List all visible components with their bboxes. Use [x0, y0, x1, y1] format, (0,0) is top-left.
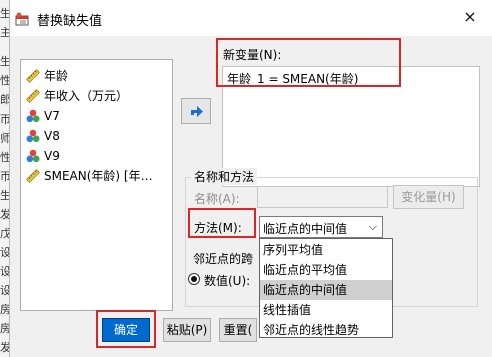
bg-cell: 戊 [0, 227, 9, 240]
variable-label: V8 [44, 129, 60, 143]
chevron-down-icon: ⌵ [368, 220, 377, 233]
method-dropdown-list[interactable]: 序列平均值 临近点的平均值 临近点的中间值 线性插值 邻近点的线性趋势 [259, 238, 393, 338]
nominal-balls-icon [26, 149, 40, 163]
scale-ruler-icon [26, 89, 40, 103]
variable-label: 年收入（万元） [44, 89, 129, 103]
scale-ruler-icon [26, 169, 40, 183]
variable-item[interactable]: V7 [21, 106, 172, 126]
bg-cell: 生 [0, 55, 9, 68]
bg-cell: 生 [0, 7, 9, 20]
title-bar: 替换缺失值 × [10, 0, 492, 36]
bg-cell: 房 [0, 303, 9, 316]
dialog-app-icon [15, 12, 29, 26]
method-option[interactable]: 线性插值 [260, 300, 392, 320]
method-select-value: 临近点的中间值 [263, 222, 348, 236]
bg-cell: 生 [0, 189, 9, 202]
arrow-right-icon [189, 103, 205, 122]
paste-button[interactable]: 粘贴(P) [163, 318, 211, 342]
move-variable-button[interactable] [181, 98, 211, 124]
variable-item[interactable]: V9 [21, 146, 172, 166]
bg-cell: 设 [0, 246, 9, 259]
close-button[interactable]: × [457, 4, 483, 30]
bg-cell: 发 [0, 208, 9, 221]
variable-label: V9 [44, 149, 60, 163]
highlight-method [188, 208, 256, 238]
bg-cell: 性 [0, 151, 9, 164]
bg-cell: 帀 [0, 170, 9, 183]
bg-cell: 房 [0, 322, 9, 335]
name-method-group-title: 名称和方法 [191, 168, 258, 185]
variable-label: SMEAN(年龄) [年… [44, 169, 153, 183]
name-input[interactable] [257, 186, 388, 208]
number-radio[interactable] [188, 273, 200, 285]
dialog-title: 替换缺失值 [37, 14, 103, 29]
variable-item[interactable]: V8 [21, 126, 172, 146]
method-option[interactable]: 临近点的平均值 [260, 260, 392, 280]
bg-cell: 帀 [0, 113, 9, 126]
source-variable-list[interactable]: 年龄 年收入（万元） V7 V8 V9 SMEAN(年龄) [年… [20, 59, 173, 311]
highlight-new-variable [216, 38, 401, 87]
variable-label: V7 [44, 109, 60, 123]
method-select[interactable]: 临近点的中间值 ⌵ [259, 216, 383, 238]
highlight-ok [96, 310, 156, 348]
change-button[interactable]: 变化量(H) [393, 185, 464, 209]
variable-item[interactable]: SMEAN(年龄) [年… [21, 166, 172, 186]
bg-cell: 性 [0, 74, 9, 87]
reset-button[interactable]: 重置( [219, 318, 257, 342]
nominal-balls-icon [26, 109, 40, 123]
method-option[interactable]: 序列平均值 [260, 240, 392, 260]
number-label: 数值(U): [204, 274, 251, 288]
variable-item[interactable]: 年收入（万元） [21, 86, 172, 106]
method-option-selected[interactable]: 临近点的中间值 [260, 280, 392, 300]
nominal-balls-icon [26, 129, 40, 143]
method-option[interactable]: 邻近点的线性趋势 [260, 320, 392, 340]
span-label: 邻近点的跨 [193, 252, 254, 266]
bg-cell: 郎 [0, 93, 9, 106]
bg-cell: 主 [0, 26, 9, 39]
bg-cell: 设 [0, 284, 9, 297]
name-label: 名称(A): [194, 192, 240, 206]
bg-cell: 发 [0, 341, 9, 354]
replace-missing-values-dialog: 替换缺失值 × 年龄 年收入（万元） V7 V8 V9 SMEAN(年龄) [年… [9, 0, 492, 357]
bg-cell: 设 [0, 265, 9, 278]
variable-label: 年龄 [44, 69, 69, 83]
variable-item[interactable]: 年龄 [21, 66, 172, 86]
bg-cell: 师 [0, 132, 9, 145]
scale-ruler-icon [26, 69, 40, 83]
